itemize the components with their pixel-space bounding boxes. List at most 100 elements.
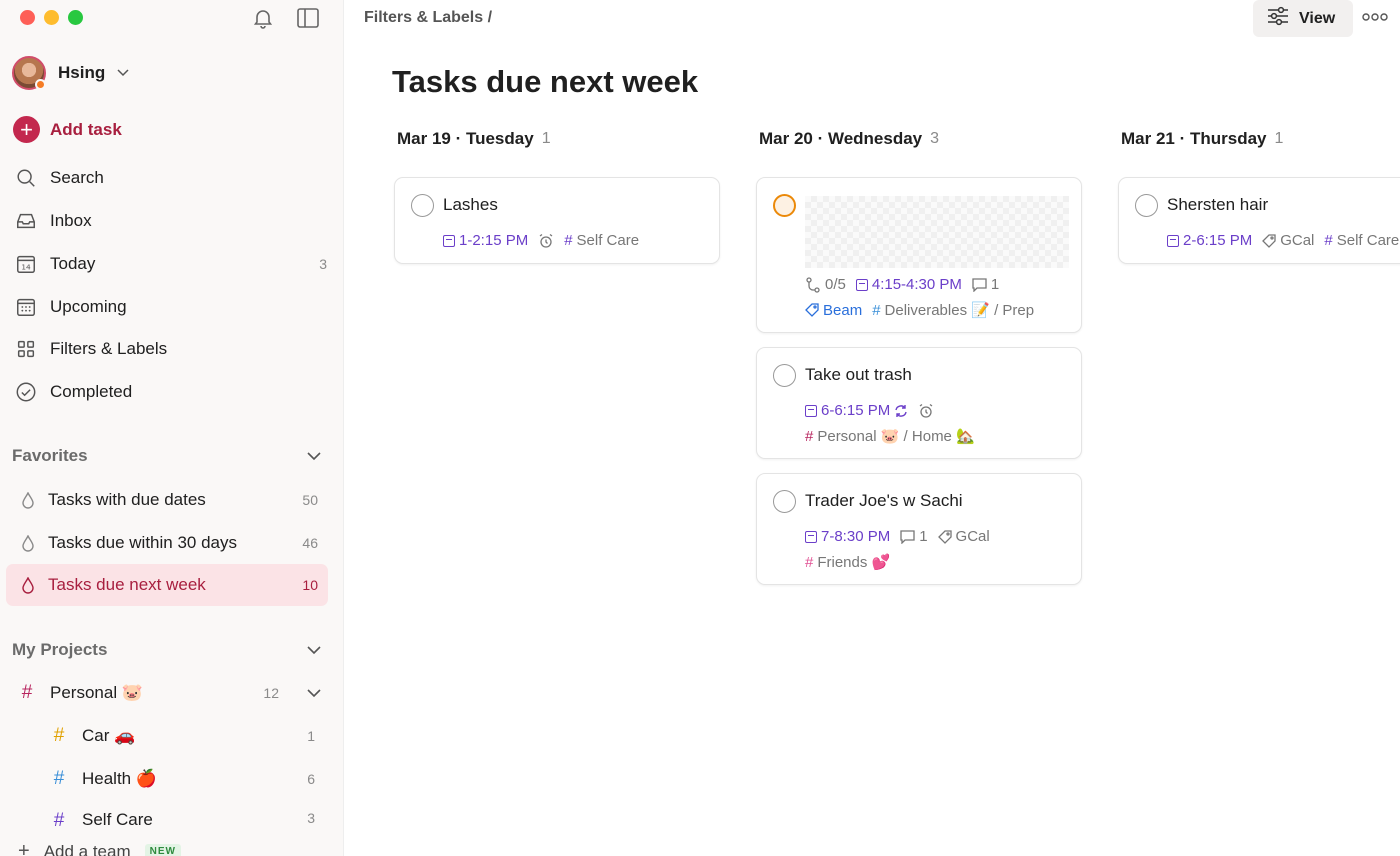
- task-project: # Self Care: [1324, 232, 1399, 249]
- task-project-text: Friends 💕: [817, 554, 891, 571]
- projects-section-header[interactable]: My Projects: [12, 640, 321, 660]
- nav-search[interactable]: Search: [14, 160, 327, 196]
- nav-label: Filters & Labels: [50, 339, 168, 358]
- nav-today[interactable]: 14 Today 3: [14, 246, 327, 282]
- nav-inbox[interactable]: Inbox: [14, 203, 327, 239]
- minimize-window-button[interactable]: [44, 10, 59, 25]
- nav-completed[interactable]: Completed: [14, 374, 327, 410]
- avatar: [12, 56, 46, 90]
- chevron-down-icon[interactable]: [307, 446, 321, 466]
- task-meta-row2: # Friends 💕: [805, 553, 891, 572]
- user-name: Hsing: [58, 63, 106, 82]
- project-count: 3: [307, 810, 315, 826]
- column-header: Mar 21 · Thursday 1: [1118, 126, 1400, 152]
- bell-icon[interactable]: [251, 6, 275, 30]
- task-checkbox[interactable]: [773, 364, 796, 387]
- page-title: Tasks due next week: [392, 64, 699, 99]
- nav-label: Completed: [50, 382, 133, 401]
- task-project: # Self Care: [564, 232, 639, 249]
- project-count: 6: [307, 771, 315, 787]
- chevron-down-icon[interactable]: [307, 683, 321, 703]
- favorite-count: 50: [302, 492, 318, 508]
- add-task-button[interactable]: + Add task: [13, 116, 122, 143]
- favorite-label: Tasks with due dates: [48, 490, 206, 509]
- filter-drop-icon: [20, 534, 36, 552]
- task-project-text: Personal 🐷 / Home 🏡: [817, 428, 975, 445]
- calendar-today-icon: 14: [14, 252, 38, 276]
- task-comments-text: 1: [990, 276, 1000, 293]
- calendar-icon: [805, 530, 817, 543]
- task-label: GCal: [937, 528, 990, 545]
- column-count: 1: [1274, 130, 1284, 147]
- comment-icon: [900, 529, 915, 544]
- column-date: Mar 19 · Tuesday: [397, 129, 534, 148]
- column-date: Mar 20 · Wednesday: [759, 129, 923, 148]
- hash-icon: #: [53, 810, 65, 826]
- column-header: Mar 19 · Tuesday 1: [394, 126, 722, 152]
- task-checkbox[interactable]: [1135, 194, 1158, 217]
- nav-upcoming[interactable]: Upcoming: [14, 289, 327, 325]
- tag-icon: [805, 303, 819, 317]
- task-label: GCal: [1262, 232, 1314, 249]
- add-team-label: Add a team: [43, 841, 131, 856]
- user-menu[interactable]: Hsing: [12, 56, 129, 90]
- recurring-icon: [895, 404, 907, 417]
- hash-icon: #: [564, 232, 573, 249]
- calendar-grid-icon: [14, 295, 38, 319]
- project-item-personal[interactable]: # Personal 🐷 12: [18, 675, 321, 711]
- day-column: Mar 19 · Tuesday 1 Lashes 1-2:15 PM # Sel…: [394, 126, 722, 264]
- task-project: # Friends 💕: [805, 553, 891, 572]
- filter-drop-icon: [20, 576, 36, 594]
- task-meta: 0/5 4:15-4:30 PM 1: [805, 276, 999, 293]
- breadcrumb[interactable]: Filters & Labels /: [364, 9, 492, 27]
- task-checkbox[interactable]: [411, 194, 434, 217]
- task-meta-row2: Beam # Deliverables 📝 / Prep: [805, 301, 1034, 319]
- task-meta: 6-6:15 PM: [805, 402, 934, 419]
- task-time: 6-6:15 PM: [805, 402, 908, 419]
- nav-filters-labels[interactable]: Filters & Labels: [14, 331, 327, 367]
- project-item-self-care[interactable]: # Self Care 3: [50, 804, 315, 826]
- calendar-icon: [443, 234, 455, 247]
- favorite-item[interactable]: Tasks with due dates 50: [6, 479, 328, 521]
- chevron-down-icon[interactable]: [307, 640, 321, 660]
- alarm-icon: [538, 233, 554, 249]
- task-comments: 1: [900, 528, 928, 545]
- column-count: 3: [930, 130, 940, 147]
- add-team-button[interactable]: + Add a team NEW: [18, 840, 181, 856]
- view-button[interactable]: View: [1253, 0, 1353, 37]
- project-label: Personal 🐷: [50, 683, 143, 702]
- column-date: Mar 21 · Thursday: [1121, 129, 1267, 148]
- favorites-section-header[interactable]: Favorites: [12, 446, 321, 466]
- task-card[interactable]: Lashes 1-2:15 PM # Self Care: [394, 177, 720, 264]
- project-count: 1: [307, 728, 315, 744]
- more-options-icon[interactable]: [1362, 6, 1388, 27]
- task-card[interactable]: Shersten hair 2-6:15 PM GCal # Self Care: [1118, 177, 1400, 264]
- close-window-button[interactable]: [20, 10, 35, 25]
- task-checkbox-priority[interactable]: [773, 194, 796, 217]
- project-item-car[interactable]: # Car 🚗 1: [50, 718, 315, 754]
- task-time-text: 2-6:15 PM: [1183, 232, 1253, 249]
- nav-label: Search: [50, 168, 104, 187]
- task-card[interactable]: Take out trash 6-6:15 PM # Personal 🐷 / H…: [756, 347, 1082, 459]
- project-item-health[interactable]: # Health 🍎 6: [50, 761, 315, 797]
- task-meta: 7-8:30 PM 1 GCal: [805, 528, 990, 545]
- task-subtasks: 0/5: [805, 276, 846, 293]
- sidebar-toggle-icon[interactable]: [296, 6, 320, 30]
- calendar-icon: [805, 404, 817, 417]
- inbox-icon: [14, 209, 38, 233]
- hash-icon: #: [805, 427, 814, 445]
- task-time-text: 7-8:30 PM: [821, 528, 891, 545]
- sliders-icon: [1267, 6, 1289, 31]
- task-card[interactable]: 0/5 4:15-4:30 PM 1 Beam # Deliverables 📝 …: [756, 177, 1082, 333]
- task-label-text: GCal: [955, 528, 990, 545]
- filter-drop-icon: [20, 491, 36, 509]
- hash-icon: #: [53, 768, 65, 789]
- task-checkbox[interactable]: [773, 490, 796, 513]
- favorite-item-active[interactable]: Tasks due next week 10: [6, 564, 328, 606]
- task-time: 4:15-4:30 PM: [855, 276, 962, 293]
- favorite-item[interactable]: Tasks due within 30 days 46: [6, 522, 328, 564]
- day-column: Mar 21 · Thursday 1 Shersten hair 2-6:15…: [1118, 126, 1400, 264]
- zoom-window-button[interactable]: [68, 10, 83, 25]
- task-card[interactable]: Trader Joe's w Sachi 7-8:30 PM 1 GCal # F…: [756, 473, 1082, 585]
- calendar-icon: [855, 278, 868, 291]
